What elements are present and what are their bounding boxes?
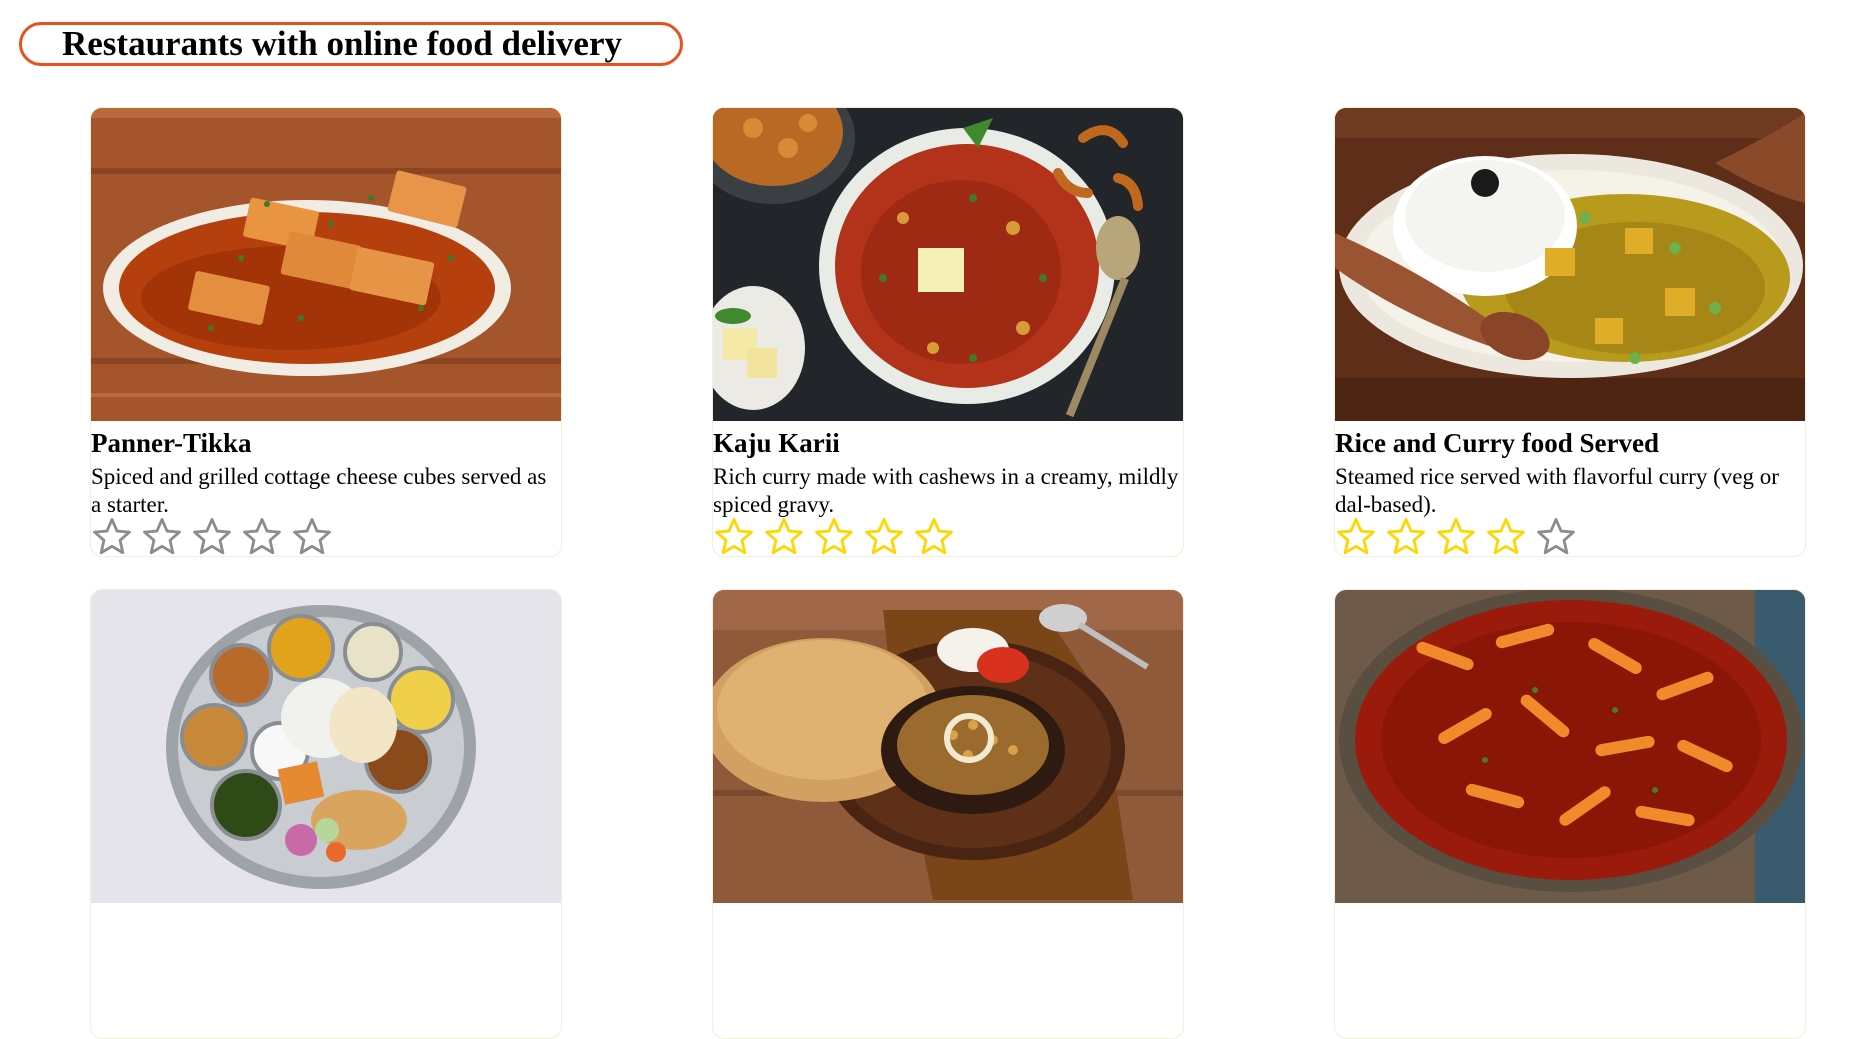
star-icon[interactable] <box>1535 516 1585 556</box>
star-icon[interactable] <box>291 516 341 556</box>
star-icon[interactable] <box>1485 516 1535 556</box>
card-title: Kaju Karii <box>713 428 840 458</box>
star-icon[interactable] <box>763 516 813 556</box>
star-icon[interactable] <box>813 516 863 556</box>
restaurant-card[interactable] <box>1334 589 1806 1039</box>
star-icon[interactable] <box>1435 516 1485 556</box>
star-rating <box>91 516 341 556</box>
thali-photo <box>91 590 561 903</box>
star-icon[interactable] <box>91 516 141 556</box>
restaurant-card[interactable] <box>712 589 1184 1039</box>
page-heading: Restaurants with online food delivery <box>19 22 683 66</box>
chole-bhature-photo <box>713 590 1183 903</box>
restaurant-card[interactable]: Panner-Tikka Spiced and grilled cottage … <box>90 107 562 557</box>
card-title: Panner-Tikka <box>91 428 252 458</box>
restaurant-card[interactable]: Rice and Curry food Served Steamed rice … <box>1334 107 1806 557</box>
rice-curry-photo <box>1335 108 1805 421</box>
paneer-tikka-photo <box>91 108 561 421</box>
card-title: Rice and Curry food Served <box>1335 428 1659 458</box>
card-description: Steamed rice served with flavorful curry… <box>1335 464 1779 517</box>
red-curry-bowl-photo <box>1335 590 1805 903</box>
star-icon[interactable] <box>713 516 763 556</box>
card-description: Rich curry made with cashews in a creamy… <box>713 464 1179 517</box>
restaurant-card[interactable] <box>90 589 562 1039</box>
star-icon[interactable] <box>1335 516 1385 556</box>
star-rating <box>713 516 963 556</box>
card-description: Spiced and grilled cottage cheese cubes … <box>91 464 547 517</box>
star-icon[interactable] <box>913 516 963 556</box>
star-icon[interactable] <box>191 516 241 556</box>
star-icon[interactable] <box>1385 516 1435 556</box>
kaju-curry-photo <box>713 108 1183 421</box>
star-icon[interactable] <box>863 516 913 556</box>
star-rating <box>1335 516 1585 556</box>
star-icon[interactable] <box>141 516 191 556</box>
star-icon[interactable] <box>241 516 291 556</box>
restaurant-card[interactable]: Kaju Karii Rich curry made with cashews … <box>712 107 1184 557</box>
